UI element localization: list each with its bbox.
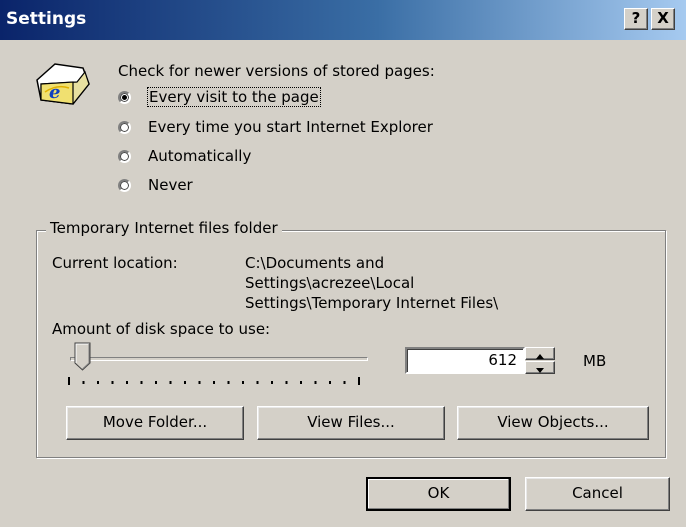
disk-space-slider-track[interactable] bbox=[70, 357, 368, 361]
radio-every-visit[interactable]: Every visit to the page bbox=[118, 86, 321, 108]
slider-tick bbox=[300, 381, 302, 384]
disk-space-spinner[interactable] bbox=[525, 347, 555, 374]
slider-tick bbox=[227, 381, 230, 384]
current-location-label: Current location: bbox=[52, 254, 178, 272]
radio-never[interactable]: Never bbox=[118, 174, 193, 196]
slider-tick bbox=[184, 381, 186, 384]
slider-tick bbox=[314, 381, 317, 384]
spin-down-button[interactable] bbox=[525, 361, 555, 374]
slider-tick bbox=[213, 381, 215, 384]
slider-tick bbox=[155, 381, 157, 384]
spin-down-icon bbox=[536, 368, 544, 373]
radio-label[interactable]: Automatically bbox=[148, 147, 251, 165]
slider-tick bbox=[271, 381, 273, 384]
slider-tick bbox=[97, 381, 99, 384]
slider-ticks bbox=[68, 377, 360, 385]
location-line-2: Settings\acrezee\Local bbox=[245, 274, 415, 292]
slider-tick bbox=[285, 381, 288, 384]
close-button[interactable]: X bbox=[651, 8, 675, 30]
cancel-button[interactable]: Cancel bbox=[525, 477, 670, 511]
svg-text:e: e bbox=[49, 82, 60, 103]
radio-icon[interactable] bbox=[118, 178, 131, 192]
spin-up-button[interactable] bbox=[525, 347, 555, 360]
move-folder-button[interactable]: Move Folder... bbox=[66, 406, 244, 440]
radio-icon[interactable] bbox=[118, 120, 131, 134]
temp-files-group-label: Temporary Internet files folder bbox=[46, 219, 282, 237]
ie-folder-icon: e bbox=[36, 63, 90, 105]
radio-every-start[interactable]: Every time you start Internet Explorer bbox=[118, 116, 433, 138]
disk-space-input[interactable]: 612 bbox=[405, 347, 525, 374]
slider-tick bbox=[256, 381, 259, 384]
title-bar[interactable]: Settings ? X bbox=[0, 0, 686, 40]
check-newer-label: Check for newer versions of stored pages… bbox=[118, 62, 435, 80]
slider-tick bbox=[358, 377, 360, 385]
slider-thumb-icon[interactable] bbox=[74, 342, 92, 372]
view-objects-button[interactable]: View Objects... bbox=[457, 406, 649, 440]
slider-tick bbox=[198, 381, 201, 384]
location-line-3: Settings\Temporary Internet Files\ bbox=[245, 294, 499, 312]
radio-automatically[interactable]: Automatically bbox=[118, 145, 251, 167]
disk-space-unit: MB bbox=[583, 352, 607, 370]
slider-tick bbox=[343, 381, 346, 384]
slider-tick bbox=[82, 381, 85, 384]
location-line-1: C:\Documents and bbox=[245, 254, 385, 272]
slider-tick bbox=[242, 381, 244, 384]
slider-tick bbox=[111, 381, 114, 384]
slider-tick bbox=[68, 377, 70, 385]
radio-icon[interactable] bbox=[118, 149, 131, 163]
radio-label[interactable]: Never bbox=[148, 176, 193, 194]
disk-space-label: Amount of disk space to use: bbox=[52, 320, 271, 338]
radio-icon[interactable] bbox=[118, 90, 131, 104]
window-title: Settings bbox=[6, 9, 87, 29]
help-button[interactable]: ? bbox=[624, 8, 648, 30]
radio-label[interactable]: Every time you start Internet Explorer bbox=[148, 118, 433, 136]
radio-label[interactable]: Every visit to the page bbox=[147, 87, 321, 107]
ok-button[interactable]: OK bbox=[366, 477, 511, 511]
slider-tick bbox=[126, 381, 128, 384]
slider-tick bbox=[140, 381, 143, 384]
settings-dialog: Settings ? X e Check for newer versions … bbox=[0, 0, 686, 527]
view-files-button[interactable]: View Files... bbox=[257, 406, 445, 440]
slider-tick bbox=[329, 381, 331, 384]
slider-tick bbox=[169, 381, 172, 384]
